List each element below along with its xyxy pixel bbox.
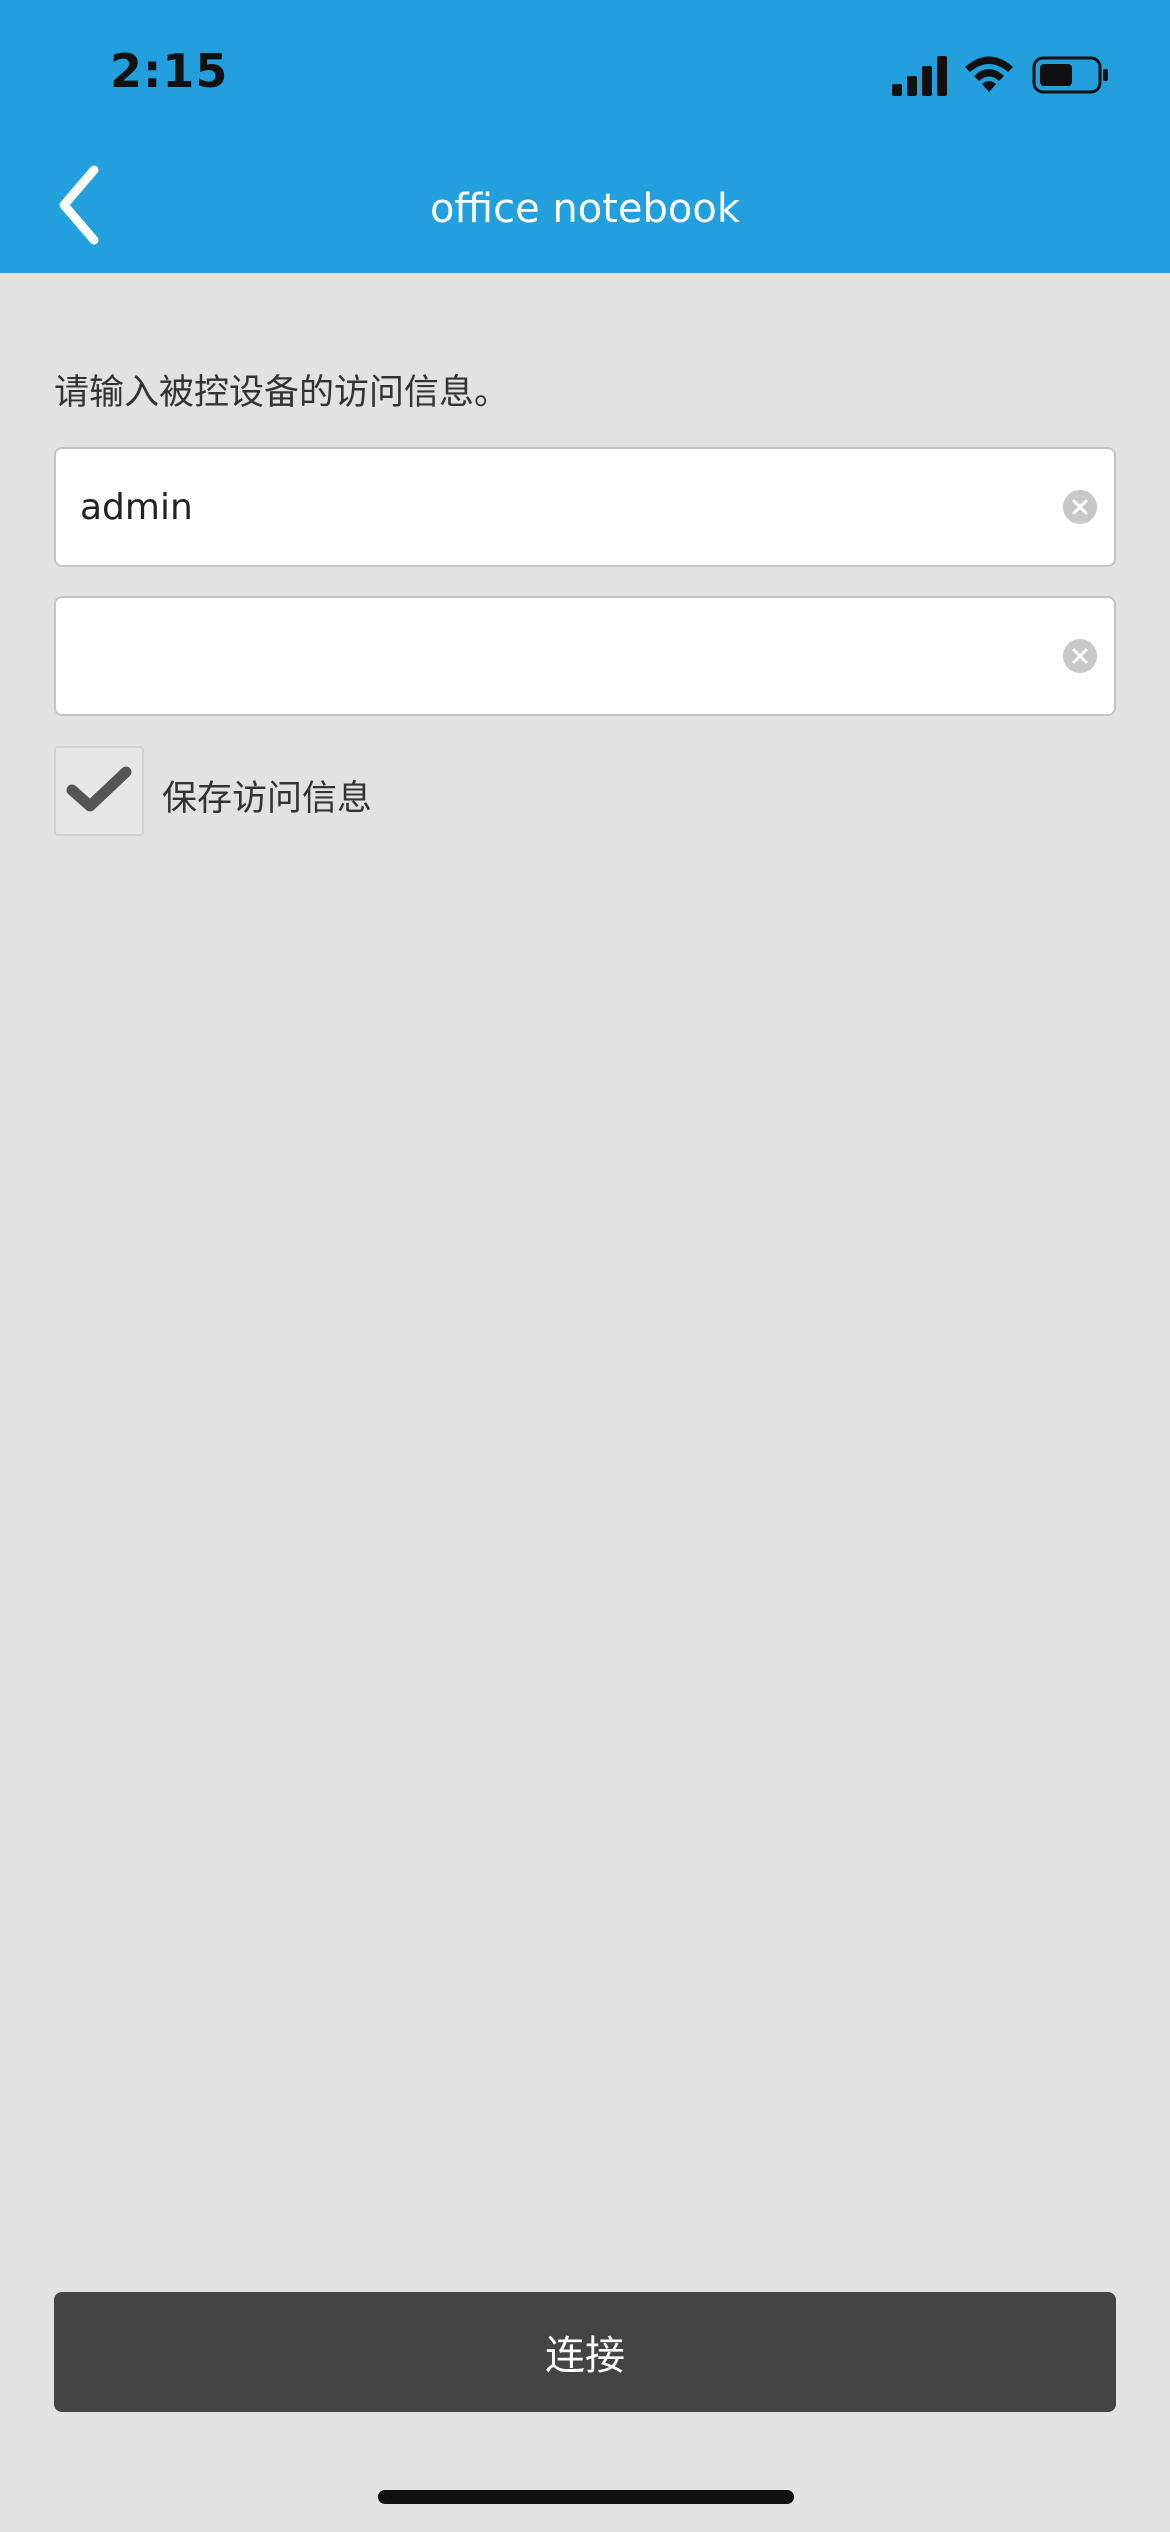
save-info-label[interactable]: 保存访问信息 (162, 770, 372, 821)
clear-password-icon[interactable] (1062, 638, 1098, 674)
battery-icon (1032, 56, 1108, 94)
save-info-checkbox[interactable] (54, 746, 144, 836)
header-bar: 2:15 office notebook (0, 0, 1170, 273)
checkmark-icon (66, 766, 132, 812)
status-time: 2:15 (110, 44, 229, 98)
status-icons (892, 52, 1112, 96)
home-indicator (378, 2490, 794, 2504)
wifi-icon (965, 56, 1013, 92)
instruction-text: 请输入被控设备的访问信息。 (54, 373, 510, 413)
connect-button[interactable]: 连接 (54, 2292, 1116, 2412)
username-field (54, 447, 1116, 567)
cellular-signal-icon (892, 56, 947, 96)
clear-username-icon[interactable] (1062, 489, 1098, 525)
password-field (54, 596, 1116, 716)
password-input[interactable] (78, 598, 1038, 714)
username-input[interactable] (78, 449, 1038, 565)
page-title: office notebook (429, 186, 741, 232)
